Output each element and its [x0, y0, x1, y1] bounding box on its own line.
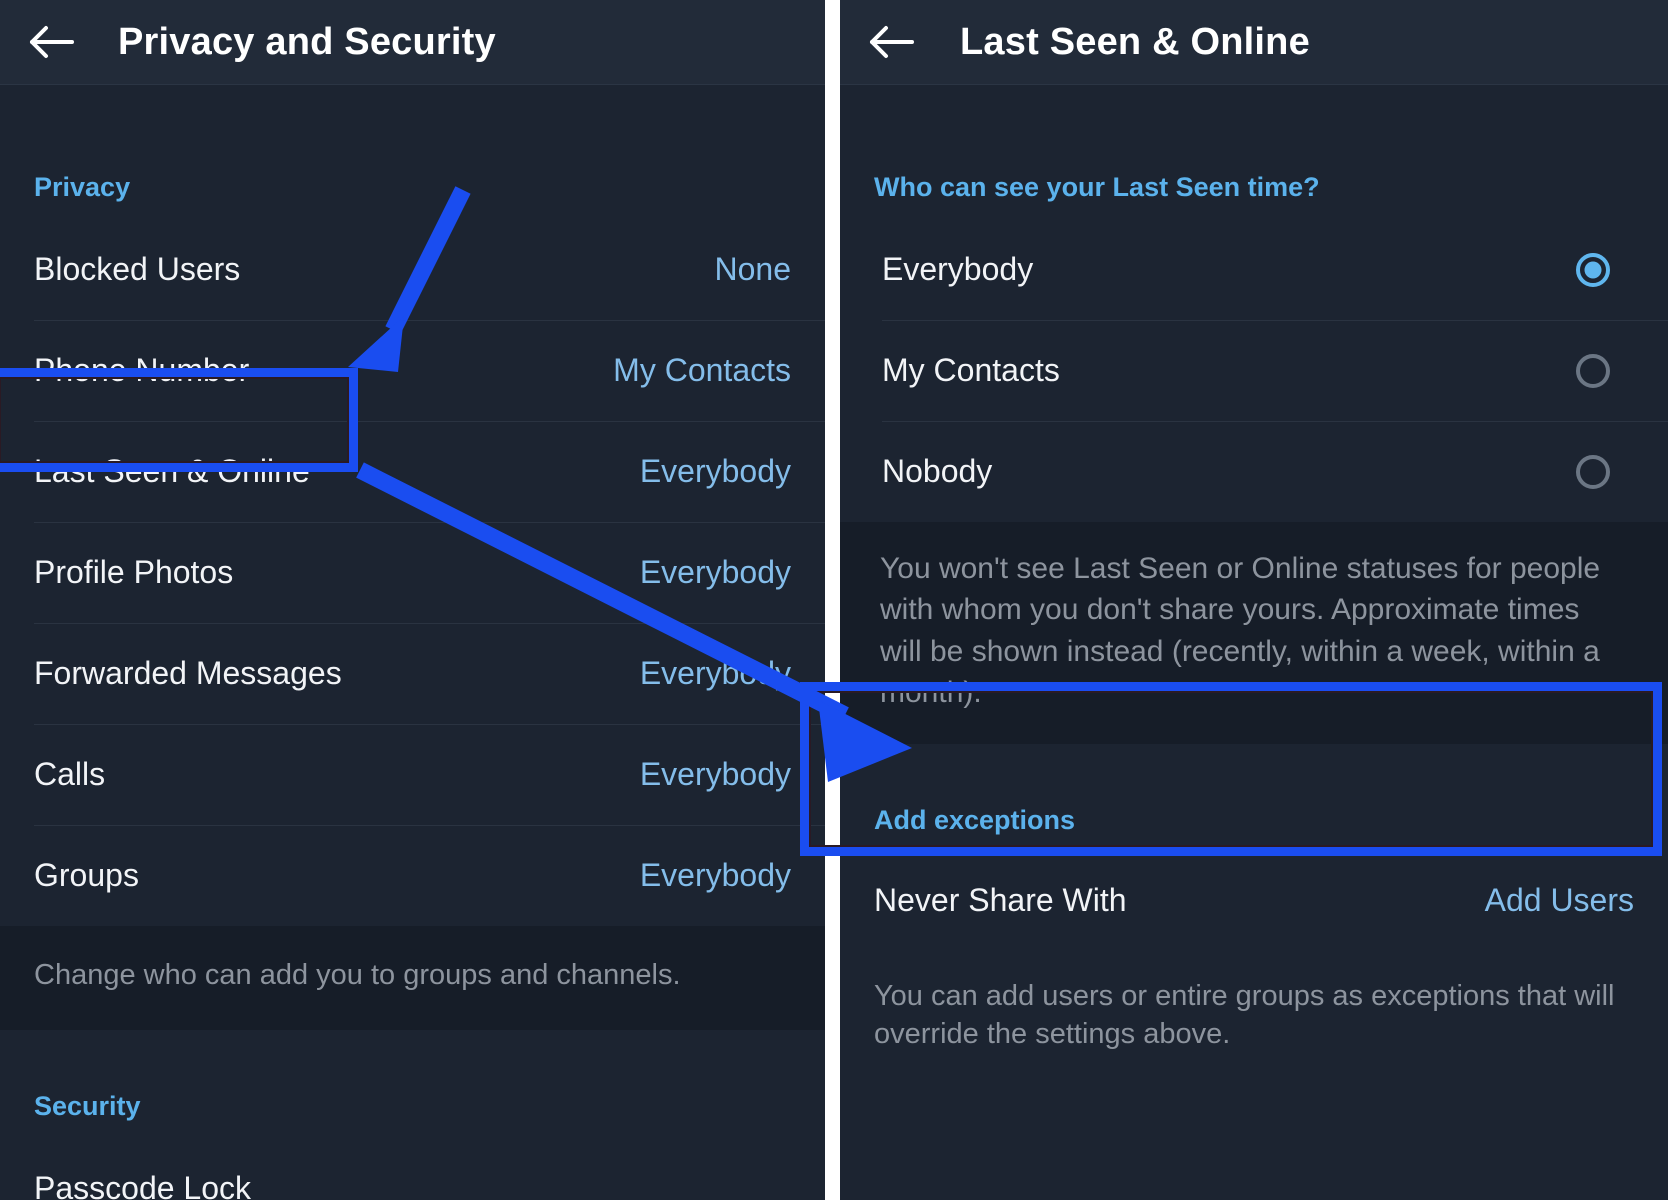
add-users-action[interactable]: Add Users [1485, 882, 1634, 919]
row-value: My Contacts [613, 352, 791, 388]
row-label: Groups [34, 857, 139, 893]
row-label: Forwarded Messages [34, 655, 342, 691]
section-header-add-exceptions: Add exceptions [874, 804, 1076, 835]
exceptions-footer-note: You can add users or entire groups as ex… [874, 979, 1615, 1050]
section-header-privacy: Privacy [34, 172, 131, 202]
row-calls[interactable]: Calls Everybody [0, 724, 825, 825]
dual-screenshot-container: Privacy and Security Privacy Blocked Use… [0, 0, 1668, 1200]
row-value: Everybody [639, 655, 791, 691]
row-label: Profile Photos [34, 554, 234, 590]
right-appbar: Last Seen & Online [840, 0, 1668, 85]
option-my-contacts[interactable]: My Contacts [840, 320, 1668, 421]
row-never-share-with[interactable]: Never Share With Add Users [840, 850, 1668, 951]
privacy-section-footer-note: Change who can add you to groups and cha… [0, 926, 825, 1031]
row-passcode-lock[interactable]: Passcode Lock [0, 1138, 825, 1200]
row-label: Phone Number [34, 352, 250, 388]
row-label: Never Share With [874, 881, 1127, 918]
row-value: Everybody [639, 554, 791, 590]
left-page-title: Privacy and Security [118, 20, 496, 63]
row-label: Last Seen & Online [34, 453, 310, 489]
row-label: Calls [34, 756, 106, 792]
row-forwarded-messages[interactable]: Forwarded Messages Everybody [0, 623, 825, 724]
back-arrow-icon[interactable] [866, 16, 918, 68]
row-value: Everybody [639, 857, 791, 893]
radio-button-my-contacts[interactable] [1576, 353, 1610, 388]
back-arrow-icon[interactable] [26, 16, 78, 68]
option-label: My Contacts [882, 352, 1060, 388]
row-label: Blocked Users [34, 251, 241, 287]
row-value: Everybody [639, 453, 791, 489]
row-profile-photos[interactable]: Profile Photos Everybody [0, 522, 825, 623]
section-header-who-can-see: Who can see your Last Seen time? [874, 172, 1320, 202]
row-label: Passcode Lock [34, 1170, 252, 1200]
option-everybody[interactable]: Everybody [840, 219, 1668, 320]
option-label: Nobody [882, 453, 993, 489]
radio-button-nobody[interactable] [1576, 454, 1610, 489]
last-seen-and-online-screen: Last Seen & Online Who can see your Last… [840, 0, 1668, 1200]
row-value: None [714, 251, 792, 287]
row-blocked-users[interactable]: Blocked Users None [0, 219, 825, 320]
row-phone-number[interactable]: Phone Number My Contacts [0, 320, 825, 421]
section-header-security: Security [34, 1091, 141, 1122]
panel-divider [825, 0, 840, 1200]
last-seen-description: You won't see Last Seen or Online status… [840, 522, 1668, 744]
row-groups[interactable]: Groups Everybody [0, 825, 825, 926]
option-nobody[interactable]: Nobody [840, 421, 1668, 522]
right-page-title: Last Seen & Online [960, 20, 1310, 63]
left-appbar: Privacy and Security [0, 0, 825, 85]
row-last-seen-and-online[interactable]: Last Seen & Online Everybody [0, 421, 825, 522]
privacy-and-security-screen: Privacy and Security Privacy Blocked Use… [0, 0, 825, 1200]
row-value: Everybody [639, 756, 791, 792]
option-label: Everybody [882, 251, 1034, 287]
radio-button-everybody[interactable] [1576, 252, 1610, 287]
